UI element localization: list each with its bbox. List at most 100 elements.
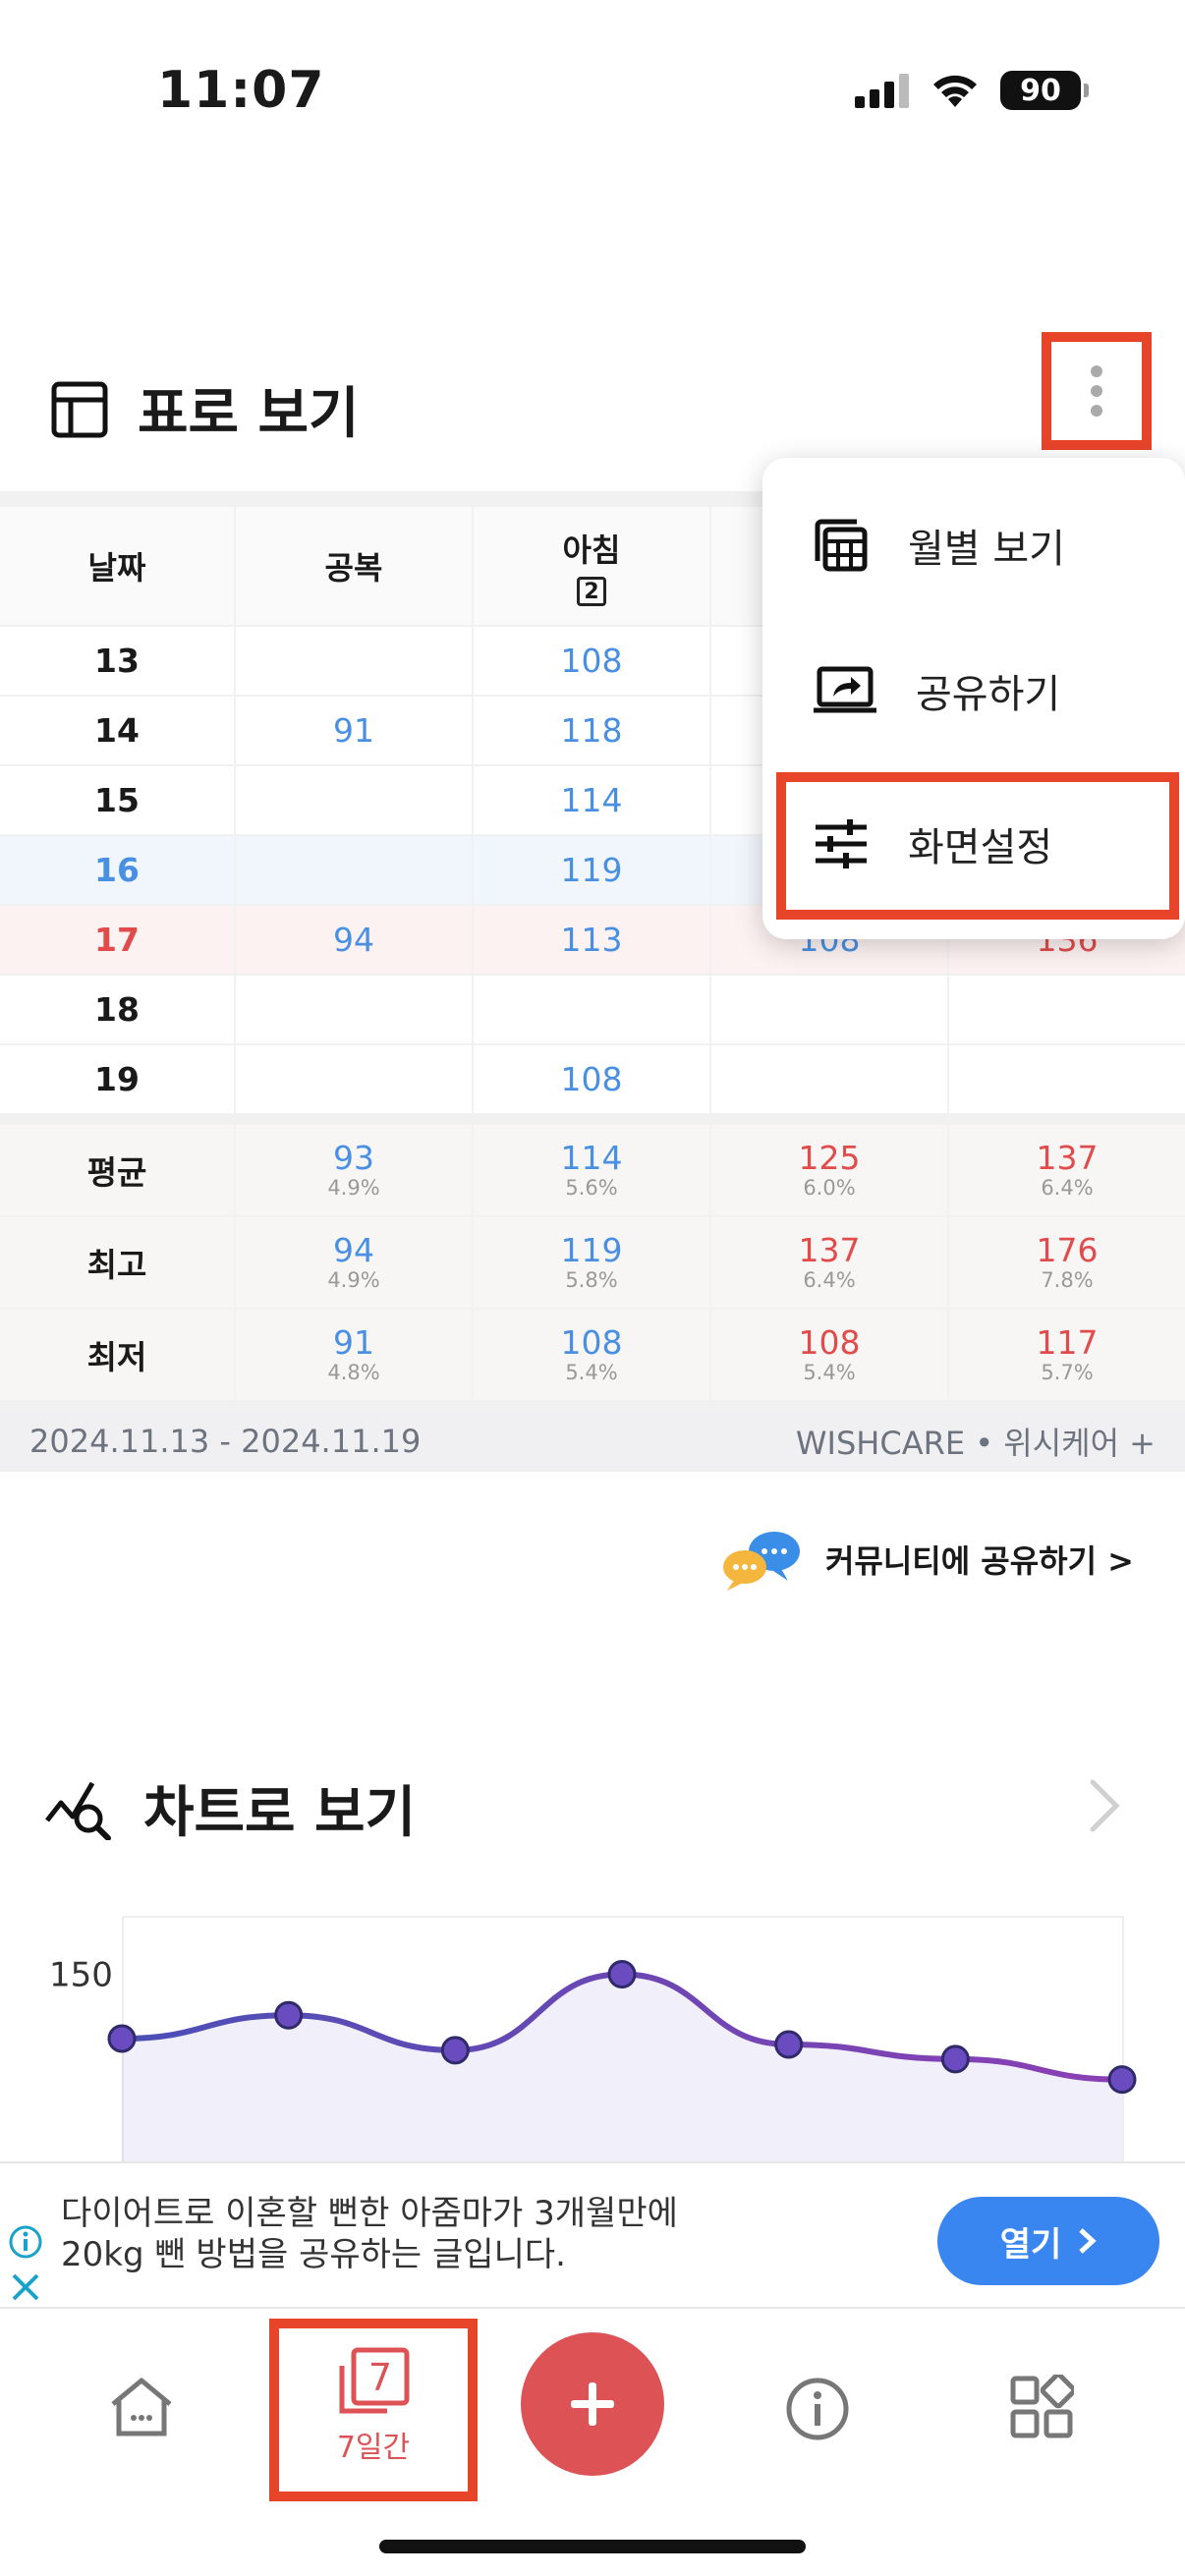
table-cell: 14: [0, 697, 234, 764]
ad-banner[interactable]: 다이어트로 이혼할 뻔한 아줌마가 3개월만에 20kg 뺀 방법을 공유하는 …: [0, 2161, 1185, 2309]
line-chart: 150: [49, 1956, 1137, 2161]
table-cell: [711, 976, 947, 1043]
community-share-link[interactable]: 커뮤니티에 공유하기 >: [719, 1528, 1134, 1591]
nav-seven-days[interactable]: 7 7일간: [269, 2319, 478, 2501]
summary-label: 최고: [0, 1217, 234, 1308]
data-point[interactable]: [774, 2030, 804, 2059]
chart-section-title: 차트로 보기: [143, 1781, 417, 1845]
info-circle-icon: [786, 2378, 849, 2440]
table-cell: [236, 976, 472, 1043]
nav-info[interactable]: [778, 2370, 857, 2448]
chevron-right-icon[interactable]: [1087, 1776, 1122, 1835]
breakfast-badge: 2: [577, 577, 606, 606]
table-cell: 119: [474, 836, 709, 904]
summary-cell: 108 5.4%: [474, 1310, 709, 1400]
table-cell: [236, 627, 472, 695]
calendar-seven-icon: 7: [339, 2347, 410, 2414]
menu-item-display-settings[interactable]: 화면설정: [776, 772, 1179, 920]
table-cell: [474, 976, 709, 1043]
table-cell: 114: [474, 766, 709, 834]
summary-cell: 114 5.6%: [474, 1125, 709, 1215]
apps-grid-icon: [1010, 2375, 1074, 2438]
summary-cell: 119 5.8%: [474, 1217, 709, 1308]
table-cell: 108: [474, 627, 709, 695]
nav-home[interactable]: [102, 2368, 181, 2446]
data-point[interactable]: [107, 2024, 137, 2053]
table-cell: [236, 1045, 472, 1113]
table-cell: 19: [0, 1045, 234, 1113]
table-cell: 13: [0, 627, 234, 695]
table-cell: 15: [0, 766, 234, 834]
table-divider: [0, 1115, 1185, 1123]
data-point[interactable]: [607, 1960, 637, 1989]
column-header-date: 날짜: [0, 507, 234, 625]
table-cell: 113: [474, 906, 709, 974]
table-cell: 108: [474, 1045, 709, 1113]
y-tick-label: 150: [49, 1956, 113, 1995]
menu-item-share[interactable]: 공유하기: [814, 662, 1060, 719]
summary-cell: 137 6.4%: [711, 1217, 947, 1308]
table-cell: 18: [0, 976, 234, 1043]
nav-more-apps[interactable]: [1002, 2368, 1081, 2446]
table-cell: 94: [236, 906, 472, 974]
more-vertical-icon: [1091, 365, 1102, 417]
table-cell: [949, 1045, 1185, 1113]
date-range: 2024.11.13 - 2024.11.19: [29, 1423, 422, 1460]
data-point[interactable]: [940, 2044, 970, 2074]
wifi-icon: [933, 75, 977, 107]
table-cell: [236, 766, 472, 834]
table-cell: 91: [236, 697, 472, 764]
table-cell: [949, 976, 1185, 1043]
summary-cell: 117 5.7%: [949, 1310, 1185, 1400]
menu-item-monthly-view[interactable]: 월별 보기: [814, 517, 1065, 574]
table-cell: 17: [0, 906, 234, 974]
table-section-title: 표로 보기: [138, 382, 360, 446]
ad-open-button[interactable]: 열기: [937, 2197, 1159, 2285]
sliders-icon: [816, 819, 867, 868]
calendar-grid-icon: [815, 519, 868, 572]
table-section-header: 표로 보기: [51, 369, 360, 449]
brand-label: WISHCARE • 위시케어 +: [795, 1425, 1156, 1462]
ad-text: 다이어트로 이혼할 뻔한 아줌마가 3개월만에 20kg 뺀 방법을 공유하는 …: [61, 2194, 678, 2274]
share-screen-icon: [814, 666, 876, 713]
more-options-button[interactable]: [1042, 332, 1152, 450]
status-icons: 90: [855, 71, 1089, 110]
column-header-breakfast: 아침 2: [474, 507, 709, 625]
summary-cell: 125 6.0%: [711, 1125, 947, 1215]
options-menu: 월별 보기 공유하기 화면설정: [762, 458, 1185, 939]
cellular-signal-icon: [855, 74, 909, 108]
table-cell: [711, 1045, 947, 1113]
table-cell: 118: [474, 697, 709, 764]
summary-cell: 108 5.4%: [711, 1310, 947, 1400]
battery-indicator: 90: [1000, 71, 1089, 110]
data-point[interactable]: [440, 2036, 470, 2065]
close-icon[interactable]: [10, 2271, 41, 2303]
summary-cell: 137 6.4%: [949, 1125, 1185, 1215]
table-cell: 16: [0, 836, 234, 904]
table-footer: 2024.11.13 - 2024.11.19 WISHCARE • 위시케어 …: [0, 1411, 1185, 1472]
svg-text:7: 7: [368, 2356, 392, 2399]
chart-search-icon: [45, 1781, 111, 1840]
column-header-fasting: 공복: [236, 507, 472, 625]
chart-section-header: 차트로 보기: [45, 1768, 416, 1848]
summary-cell: 176 7.8%: [949, 1217, 1185, 1308]
table-cell: [236, 836, 472, 904]
summary-cell: 94 4.9%: [236, 1217, 472, 1308]
nav-seven-days-label: 7일간: [336, 2431, 411, 2465]
add-record-button[interactable]: [521, 2332, 664, 2476]
summary-label: 평균: [0, 1125, 234, 1215]
summary-label: 최저: [0, 1310, 234, 1400]
summary-cell: 91 4.8%: [236, 1310, 472, 1400]
data-point[interactable]: [274, 2000, 304, 2030]
status-time: 11:07: [157, 61, 325, 120]
info-icon[interactable]: [8, 2224, 43, 2260]
chat-bubbles-icon: [722, 1532, 800, 1591]
data-point[interactable]: [1107, 2065, 1137, 2095]
series-area: [122, 1974, 1122, 2161]
plus-icon: [571, 2382, 614, 2426]
summary-cell: 93 4.9%: [236, 1125, 472, 1215]
chevron-right-icon: [1079, 2228, 1097, 2254]
home-icon: [111, 2378, 172, 2436]
table-icon: [51, 381, 108, 437]
home-indicator: [379, 2540, 806, 2553]
